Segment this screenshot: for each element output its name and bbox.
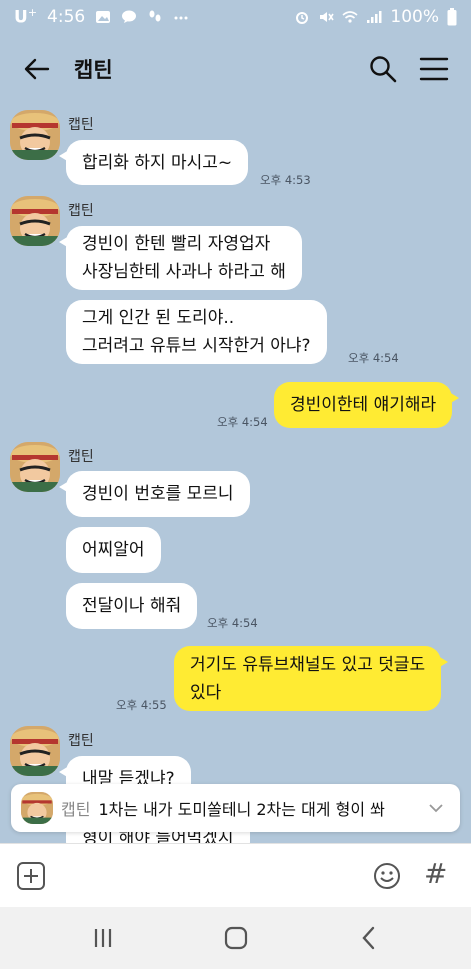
hashtag-button[interactable]: # (424, 857, 454, 893)
chevron-down-icon[interactable] (428, 800, 444, 816)
more-dots-icon (174, 16, 188, 20)
message-time: 오후 4:54 (217, 415, 268, 429)
notice-sender: 캡틴 (61, 800, 91, 819)
carrier-label: U+ (14, 6, 38, 28)
message-input-bar: # (0, 843, 471, 907)
message-bubble[interactable]: 전달이나 해줘 (66, 583, 198, 629)
notice-banner[interactable]: 캡틴 1차는 내가 도미쏠테니 2차는 대게 형이 쏴 (11, 784, 460, 832)
home-icon[interactable] (223, 925, 249, 951)
avatar[interactable] (10, 110, 60, 160)
back-arrow-icon[interactable] (22, 54, 52, 84)
chat-title: 캡틴 (74, 58, 113, 82)
search-icon[interactable] (368, 54, 398, 84)
status-time: 4:56 (47, 7, 86, 27)
my-message-bubble[interactable]: 거기도 유튜브채널도 있고 덧글도 있다 (174, 646, 449, 711)
my-message-bubble[interactable]: 경빈이한테 얘기해라 (274, 382, 460, 428)
signal-icon (367, 11, 382, 23)
menu-icon[interactable] (418, 54, 450, 84)
message-bubble[interactable]: 합리화 하지 마시고~ (58, 140, 249, 185)
chat-header: 캡틴 (0, 34, 471, 102)
message-bubble[interactable]: 경빈이 한텐 빨리 자영업자 사장님한테 사과나 하라고 해 (59, 226, 302, 290)
back-icon[interactable] (356, 925, 382, 951)
battery-percent: 100% (390, 7, 439, 27)
recent-apps-icon[interactable] (90, 925, 116, 951)
message-time: 오후 4:55 (116, 698, 167, 712)
sender-name: 캡틴 (68, 733, 94, 749)
avatar[interactable] (10, 726, 60, 776)
sender-name: 캡틴 (68, 203, 94, 219)
footprints-icon (149, 10, 161, 22)
message-time: 오후 4:54 (207, 616, 258, 630)
battery-icon (447, 8, 457, 26)
message-bubble[interactable]: 어찌알어 (66, 527, 161, 573)
status-bar: U+ 4:56 100% (0, 0, 471, 34)
message-bubble[interactable]: 경빈이 번호를 모르니 (59, 471, 250, 517)
system-nav-bar (0, 907, 471, 969)
alarm-icon (296, 12, 309, 24)
notice-avatar (21, 792, 53, 824)
wifi-icon (342, 11, 358, 23)
emoji-icon[interactable] (372, 861, 402, 891)
avatar[interactable] (10, 442, 60, 492)
message-bubble[interactable]: 그게 인간 된 도리야.. 그러려고 유튜브 시작한거 아냐? (66, 300, 327, 364)
talk-icon (122, 10, 137, 23)
message-time: 오후 4:53 (260, 173, 311, 187)
sender-name: 캡틴 (68, 449, 94, 465)
sender-name: 캡틴 (68, 117, 94, 133)
notice-text: 1차는 내가 도미쏠테니 2차는 대게 형이 쏴 (98, 800, 385, 819)
avatar[interactable] (10, 196, 60, 246)
mute-icon (320, 12, 335, 22)
plus-icon[interactable] (16, 861, 46, 891)
message-time: 오후 4:54 (348, 351, 399, 365)
gallery-icon (96, 11, 111, 23)
